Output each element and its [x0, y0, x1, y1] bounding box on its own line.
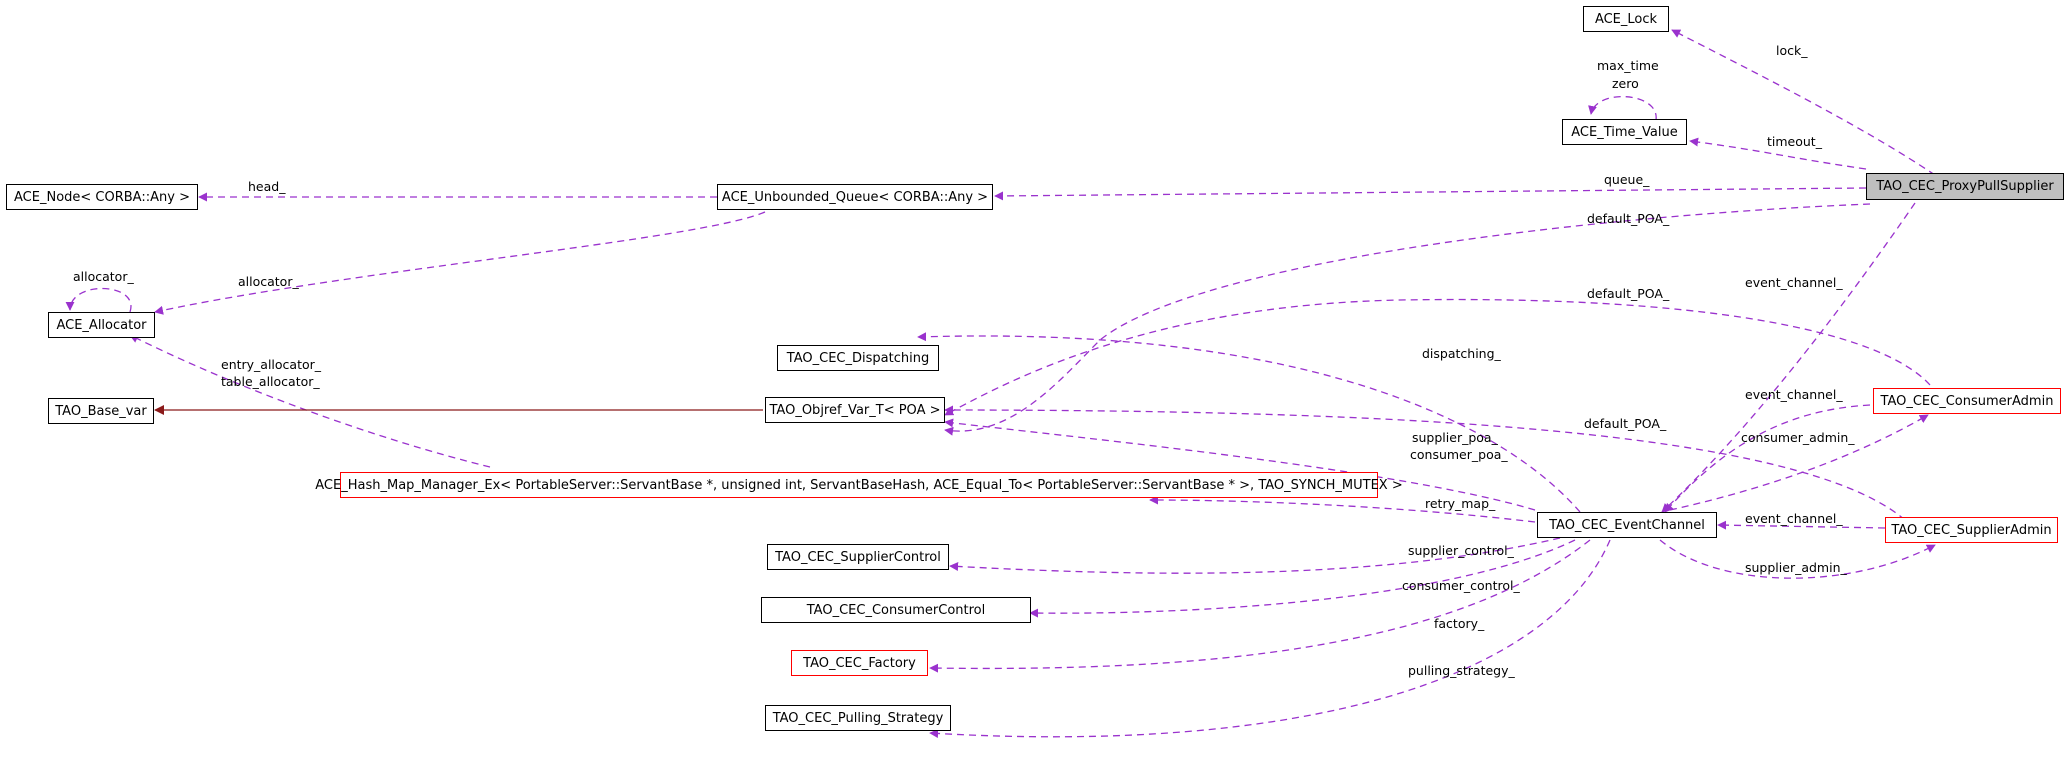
edge-layer: lock_ max_time zero timeout_ queue_ head… [65, 29, 1936, 738]
edge-label-event-channel-supplier: event_channel_ [1745, 511, 1843, 526]
node-hash-map-manager[interactable]: ACE_Hash_Map_Manager_Ex< PortableServer:… [315, 472, 1403, 498]
edge-label-supplier-control: supplier_control_ [1408, 543, 1515, 558]
edge-label-supplier-admin: supplier_admin_ [1745, 560, 1847, 575]
edge-label-consumer-admin: consumer_admin_ [1741, 430, 1855, 445]
edge-self-time-value [1588, 95, 1657, 121]
node-ace-time-value[interactable]: ACE_Time_Value [1562, 119, 1687, 145]
node-supplier-control[interactable]: TAO_CEC_SupplierControl [767, 544, 949, 570]
node-base-var[interactable]: TAO_Base_var [48, 398, 154, 424]
edge-label-dispatching: dispatching_ [1422, 346, 1502, 361]
node-event-channel[interactable]: TAO_CEC_EventChannel [1537, 512, 1717, 538]
edge-allocator-self [65, 287, 132, 313]
node-proxy-pull-supplier[interactable]: TAO_CEC_ProxyPullSupplier [1866, 173, 2064, 200]
edge-label-head: head_ [248, 179, 286, 194]
edge-label-zero: zero [1612, 76, 1639, 91]
node-supplier-admin[interactable]: TAO_CEC_SupplierAdmin [1885, 517, 2058, 543]
edge-label-queue: queue_ [1604, 172, 1650, 187]
edge-label-allocator-self: allocator_ [73, 269, 134, 284]
edge-default-poa-proxy [944, 203, 1871, 436]
edge-label-allocator-queue: allocator_ [238, 274, 299, 289]
node-consumer-control[interactable]: TAO_CEC_ConsumerControl [761, 597, 1031, 623]
edge-label-supplier-poa: supplier_poa_ [1412, 430, 1499, 445]
edge-label-timeout: timeout_ [1767, 134, 1823, 149]
node-ace-allocator[interactable]: ACE_Allocator [48, 312, 155, 338]
node-pulling-strategy[interactable]: TAO_CEC_Pulling_Strategy [765, 705, 951, 731]
node-ace-node[interactable]: ACE_Node< CORBA::Any > [6, 184, 198, 210]
edge-label-default-poa-top: default_POA_ [1587, 211, 1670, 226]
edge-allocator-queue [154, 211, 766, 315]
edge-label-factory: factory_ [1434, 616, 1485, 631]
collaboration-diagram: lock_ max_time zero timeout_ queue_ head… [0, 0, 2069, 760]
edge-label-table-allocator: table_allocator_ [221, 374, 320, 389]
edge-label-consumer-poa: consumer_poa_ [1410, 447, 1508, 462]
edge-label-event-channel-consumer: event_channel_ [1745, 387, 1843, 402]
edge-label-event-channel-proxy: event_channel_ [1745, 275, 1843, 290]
node-ace-lock[interactable]: ACE_Lock [1583, 6, 1669, 32]
edge-label-lock: lock_ [1776, 43, 1808, 58]
node-dispatching[interactable]: TAO_CEC_Dispatching [777, 345, 939, 371]
edge-entry-allocator [129, 334, 491, 468]
node-factory[interactable]: TAO_CEC_Factory [791, 650, 928, 676]
edge-queue [994, 187, 1867, 201]
edge-label-default-poa-supplier: default_POA_ [1584, 416, 1667, 431]
node-unbounded-queue[interactable]: ACE_Unbounded_Queue< CORBA::Any > [717, 184, 993, 210]
edge-event-channel-proxy [1661, 202, 1916, 513]
edge-label-max-time: max_time [1597, 58, 1659, 73]
edge-label-default-poa-consumer: default_POA_ [1587, 286, 1670, 301]
edge-event-channel-consumer [1664, 404, 1871, 513]
node-consumer-admin[interactable]: TAO_CEC_ConsumerAdmin [1873, 388, 2061, 414]
edge-label-pulling-strategy: pulling_strategy_ [1408, 663, 1516, 678]
edge-label-entry-allocator: entry_allocator_ [221, 357, 322, 372]
edge-label-retry-map: retry_map_ [1425, 496, 1496, 511]
node-objref-var[interactable]: TAO_Objref_Var_T< POA > [765, 397, 945, 423]
edge-label-consumer-control: consumer_control_ [1402, 578, 1520, 593]
